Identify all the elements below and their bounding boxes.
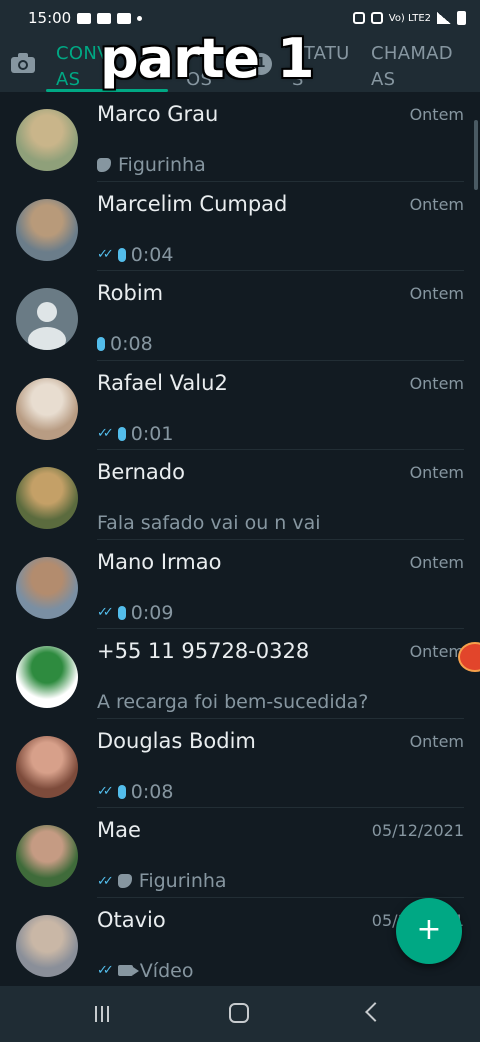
notification-icon: [77, 12, 92, 24]
chat-name: Mano Irmao: [97, 549, 222, 574]
chat-preview-text: A recarga foi bem-sucedida?: [97, 691, 369, 713]
avatar[interactable]: [16, 556, 78, 619]
read-ticks-icon: ✓✓: [97, 784, 114, 799]
chat-preview-text: 0:08: [130, 780, 174, 803]
chat-time: Ontem: [409, 373, 464, 393]
chat-preview: ✓✓ 0:09: [97, 602, 173, 624]
battery-icon: [457, 11, 466, 25]
chat-preview-text: Figurinha: [118, 154, 206, 176]
microphone-icon: [117, 247, 126, 262]
chat-time: 05/12/2021: [371, 821, 464, 840]
chat-name: Mae: [97, 818, 141, 842]
chat-row[interactable]: Mae 05/12/2021 ✓✓ Figurinha: [0, 808, 480, 898]
microphone-icon: [117, 784, 126, 799]
chat-row[interactable]: +55 11 95728-0328 Ontem A recarga foi bem-…: [0, 629, 480, 719]
signal-icon: [437, 12, 451, 24]
chat-preview: ✓✓ 0:04: [97, 244, 173, 266]
chat-row[interactable]: Robim Ontem 0:08: [0, 271, 480, 361]
chat-row[interactable]: Rafael Valu2 Ontem ✓✓ 0:01: [0, 361, 480, 450]
avatar[interactable]: [16, 914, 78, 977]
chat-preview: ✓✓ 0:08: [97, 781, 173, 803]
read-ticks-icon: ✓✓: [97, 426, 114, 441]
chat-row[interactable]: Douglas Bodim Ontem ✓✓ 0:08: [0, 719, 480, 808]
read-ticks-icon: ✓✓: [97, 963, 114, 978]
chat-row[interactable]: Mano Irmao Ontem ✓✓ 0:09: [0, 540, 480, 629]
chat-time: Ontem: [409, 194, 464, 214]
video-icon: [117, 965, 139, 976]
microphone-icon: [117, 605, 126, 620]
chat-preview-text: Figurinha: [138, 870, 227, 892]
chat-name: Marco Grau: [97, 102, 219, 126]
youtube-icon: [97, 12, 112, 24]
chat-name: Douglas Bodim: [97, 728, 256, 753]
back-icon[interactable]: [365, 1002, 385, 1022]
avatar[interactable]: [16, 377, 78, 440]
avatar[interactable]: [16, 109, 78, 171]
camera-icon[interactable]: [10, 52, 36, 74]
chat-preview-text: 0:01: [130, 422, 174, 445]
more-notifications-icon: [137, 15, 143, 21]
chat-name: Otavio: [97, 907, 166, 932]
alarm-icon: [370, 12, 383, 24]
avatar[interactable]: [16, 735, 78, 798]
chat-time: Ontem: [409, 105, 464, 124]
chat-preview: 0:08: [97, 333, 153, 355]
microphone-icon: [97, 337, 105, 351]
chat-preview: ✓✓ 0:01: [97, 423, 173, 445]
network-label: Vo) LTE2: [388, 12, 431, 24]
chat-preview: Fala safado vai ou n vai: [97, 512, 321, 534]
tab-chamadas[interactable]: CHAMAD AS: [371, 41, 453, 93]
avatar[interactable]: [16, 825, 78, 887]
chat-preview: ✓✓ Vídeo: [97, 960, 193, 982]
new-chat-button[interactable]: +: [396, 898, 462, 964]
video-overlay-title: parte 1: [100, 27, 315, 90]
chat-preview: Figurinha: [97, 154, 206, 176]
read-ticks-icon: ✓✓: [97, 247, 114, 262]
read-ticks-icon: ✓✓: [97, 605, 114, 620]
chat-preview-text: Vídeo: [139, 959, 194, 982]
chat-preview-text: 0:09: [130, 601, 174, 624]
microphone-icon: [117, 426, 126, 441]
status-time: 15:00: [28, 9, 72, 27]
chat-name: Marcelim Cumpad: [97, 191, 288, 216]
chat-time: Ontem: [409, 642, 464, 661]
sticker-icon: [97, 158, 111, 172]
chat-preview-text: 0:08: [110, 333, 153, 355]
read-ticks-icon: ✓✓: [97, 873, 114, 889]
chat-time: Ontem: [409, 284, 464, 303]
chat-name: +55 11 95728-0328: [97, 639, 310, 663]
home-icon[interactable]: [229, 1003, 249, 1023]
chat-list[interactable]: Marco Grau Ontem Figurinha Marcelim Cumpad O…: [0, 92, 480, 986]
navigation-bar: [0, 986, 480, 1042]
chat-preview-text: 0:04: [130, 243, 174, 266]
message-icon: [117, 12, 132, 24]
chat-row[interactable]: Marco Grau Ontem Figurinha: [0, 92, 480, 182]
recents-icon[interactable]: [95, 1006, 115, 1024]
chat-time: Ontem: [409, 552, 464, 572]
chat-time: Ontem: [409, 463, 464, 482]
chat-preview-text: Fala safado vai ou n vai: [97, 512, 321, 534]
chat-row[interactable]: Marcelim Cumpad Ontem ✓✓ 0:04: [0, 182, 480, 271]
chat-preview: ✓✓ Figurinha: [97, 870, 227, 892]
avatar[interactable]: [16, 288, 78, 350]
chat-name: Robim: [97, 281, 164, 305]
avatar[interactable]: [16, 467, 78, 529]
sticker-icon: [117, 874, 132, 888]
sim-icon: [352, 12, 365, 24]
chat-time: Ontem: [409, 731, 464, 751]
chat-row[interactable]: Bernado Ontem Fala safado vai ou n vai: [0, 450, 480, 540]
chat-preview: A recarga foi bem-sucedida?: [97, 691, 368, 713]
avatar[interactable]: [16, 198, 78, 261]
scrollbar[interactable]: [474, 120, 478, 190]
chat-name: Bernado: [97, 460, 185, 484]
avatar[interactable]: [16, 646, 78, 708]
chat-name: Rafael Valu2: [97, 370, 228, 395]
